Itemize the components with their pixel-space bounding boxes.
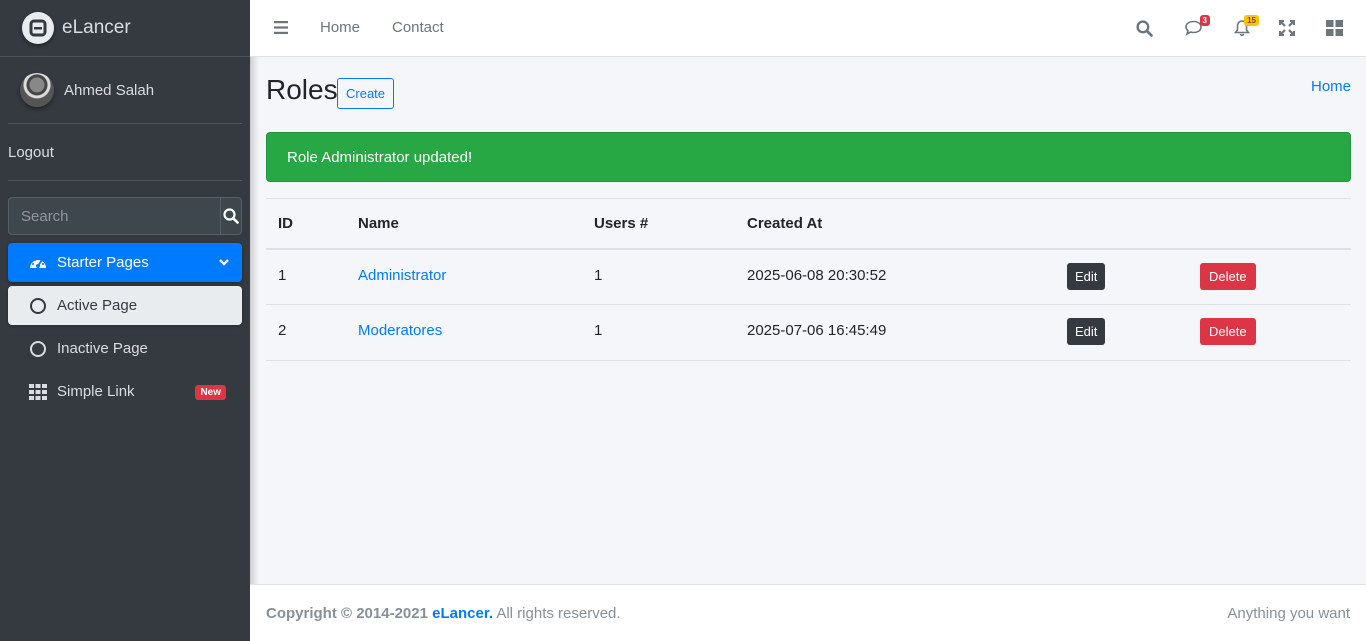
- column-header-name: Name: [346, 198, 582, 250]
- role-name-link[interactable]: Administrator: [358, 267, 446, 284]
- tachometer-icon: [28, 253, 48, 273]
- column-header-users: Users #: [582, 198, 735, 250]
- table-row: 1 Administrator 1 2025-06-08 20:30:52 Ed…: [266, 248, 1351, 305]
- delete-button[interactable]: Delete: [1200, 318, 1256, 345]
- success-alert: Role Administrator updated!: [266, 132, 1351, 182]
- brand-text: eLancer: [62, 17, 131, 38]
- sidebar-item-label: Inactive Page: [57, 340, 148, 357]
- column-header-id: ID: [266, 198, 346, 250]
- role-name-link[interactable]: Moderatores: [358, 322, 442, 339]
- sidebar-nav: Starter Pages Active Page Inactive Page …: [8, 243, 242, 415]
- messages-icon[interactable]: 3: [1183, 15, 1210, 38]
- sidebar-item-label: Active Page: [57, 297, 138, 314]
- logout-link[interactable]: Logout: [8, 144, 54, 161]
- column-header-created-at: Created At: [735, 198, 1055, 250]
- main-sidebar: eLancer Ahmed Salah Logout Starter Pages…: [0, 0, 250, 641]
- chevron-down-icon: [218, 254, 230, 271]
- messages-badge: 3: [1199, 15, 1210, 26]
- circle-icon: [28, 339, 48, 359]
- search-icon: [223, 208, 239, 224]
- main-footer: Copyright © 2014-2021 eLancer. All right…: [250, 584, 1366, 641]
- avatar: [20, 73, 54, 107]
- role-users-count: 1: [582, 304, 735, 361]
- edit-button[interactable]: Edit: [1067, 318, 1106, 345]
- table-row: 2 Moderatores 1 2025-07-06 16:45:49 Edit…: [266, 304, 1351, 361]
- copyright-text: Copyright © 2014-2021: [266, 604, 428, 622]
- notifications-badge: 15: [1244, 15, 1259, 26]
- navbar-search-icon[interactable]: [1134, 18, 1154, 38]
- brand-logo-icon: [22, 12, 54, 44]
- footer-right-text: Anything you want: [1227, 604, 1350, 622]
- page-title: Roles: [266, 74, 338, 105]
- create-role-button[interactable]: Create: [337, 78, 395, 109]
- menu-toggle-icon[interactable]: [274, 21, 288, 38]
- edit-button[interactable]: Edit: [1067, 262, 1106, 290]
- user-name[interactable]: Ahmed Salah: [64, 82, 154, 99]
- footer-rights: All rights reserved.: [496, 604, 621, 622]
- sidebar-item-label: Simple Link: [57, 383, 135, 400]
- role-id: 2: [266, 304, 346, 361]
- sidebar-search: [8, 197, 242, 235]
- roles-table: ID Name Users # Created At 1 Administrat…: [266, 198, 1351, 361]
- circle-icon: [28, 296, 48, 316]
- role-id: 1: [266, 248, 346, 305]
- column-header-edit: [1055, 198, 1188, 250]
- sidebar-search-input[interactable]: [8, 197, 220, 235]
- column-header-delete: [1188, 198, 1351, 250]
- new-badge: New: [195, 385, 226, 400]
- sidebar-item-label: Starter Pages: [57, 254, 149, 271]
- control-sidebar-icon[interactable]: [1324, 18, 1344, 38]
- fullscreen-icon[interactable]: [1277, 18, 1297, 38]
- grid-icon: [28, 382, 48, 402]
- footer-brand-link[interactable]: eLancer.: [432, 605, 493, 622]
- sidebar-item-simple-link[interactable]: Simple Link New: [8, 372, 242, 411]
- role-created-at: 2025-06-08 20:30:52: [735, 248, 1055, 305]
- table-header-row: ID Name Users # Created At: [266, 198, 1351, 250]
- delete-button[interactable]: Delete: [1200, 262, 1256, 290]
- sidebar-search-button[interactable]: [220, 197, 242, 235]
- role-users-count: 1: [582, 248, 735, 305]
- notifications-icon[interactable]: 15: [1232, 15, 1259, 38]
- logout-panel: Logout: [8, 124, 242, 181]
- nav-link-home[interactable]: Home: [320, 19, 360, 36]
- user-panel[interactable]: Ahmed Salah: [8, 57, 242, 124]
- sidebar-item-active-page[interactable]: Active Page: [8, 286, 242, 325]
- nav-link-contact[interactable]: Contact: [392, 19, 444, 36]
- role-created-at: 2025-07-06 16:45:49: [735, 304, 1055, 361]
- breadcrumb-home[interactable]: Home: [1311, 78, 1351, 95]
- content-header: Roles Create Home: [266, 70, 1351, 120]
- top-navbar: Home Contact 3 15: [250, 0, 1366, 57]
- brand-link[interactable]: eLancer: [0, 0, 250, 57]
- sidebar-item-starter-pages[interactable]: Starter Pages: [8, 243, 242, 282]
- footer-copyright: Copyright © 2014-2021 eLancer. All right…: [266, 605, 621, 622]
- sidebar-item-inactive-page[interactable]: Inactive Page: [8, 329, 242, 368]
